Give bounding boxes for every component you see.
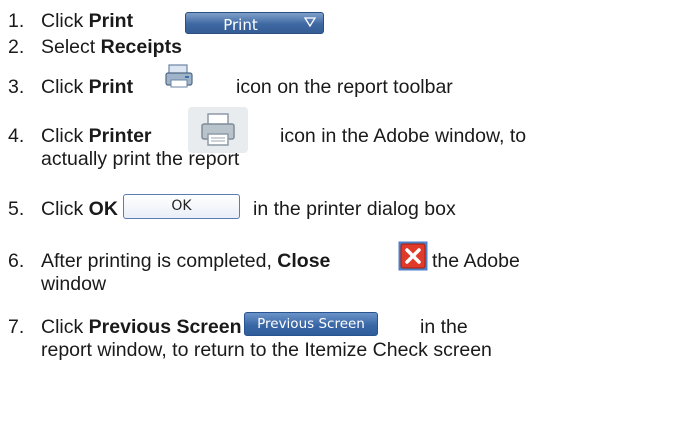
step-text-lead: Click xyxy=(41,76,89,98)
step-text-tail: icon on the report toolbar xyxy=(236,76,453,98)
step-number: 3. xyxy=(8,76,25,98)
step-text-lead: Click xyxy=(41,198,89,220)
step-text-continuation: window xyxy=(41,273,107,295)
step-number: 1. xyxy=(8,10,25,32)
close-icon[interactable] xyxy=(398,241,428,271)
step-text: Click Print xyxy=(41,10,666,32)
printer-icon xyxy=(201,113,235,146)
step-text-tail: in the printer dialog box xyxy=(253,198,456,220)
step-text-lead: Click xyxy=(41,316,89,338)
step-text: Click Printer icon in the Adobe window, … xyxy=(41,125,666,170)
step-keyword: Print xyxy=(88,10,134,32)
step-keyword: Close xyxy=(277,250,331,272)
step-text: Select Receipts xyxy=(41,36,666,58)
step-text: After printing is completed, Close the A… xyxy=(41,250,666,295)
step-text-tail: in the xyxy=(420,316,468,338)
step-number: 2. xyxy=(8,36,25,58)
previous-screen-button[interactable]: Previous Screen xyxy=(244,312,378,336)
step-number: 7. xyxy=(8,316,25,338)
step-keyword: Printer xyxy=(88,125,152,147)
step-text: Click Print icon on the report toolbar xyxy=(41,76,666,98)
step-keyword: Previous Screen xyxy=(88,316,242,338)
step-text-continuation: report window, to return to the Itemize … xyxy=(41,339,492,361)
step-text-lead: Click xyxy=(41,125,89,147)
printer-icon-button[interactable] xyxy=(188,107,248,153)
print-dropdown-button[interactable]: Print xyxy=(185,12,324,34)
ok-button[interactable]: OK xyxy=(123,194,240,219)
step-keyword: Receipts xyxy=(100,36,182,58)
step-number: 4. xyxy=(8,125,25,147)
print-toolbar-icon[interactable] xyxy=(163,62,197,92)
step-text-tail: icon in the Adobe window, to xyxy=(280,125,527,147)
step-text-lead: Click xyxy=(41,10,89,32)
step-text-tail: the Adobe xyxy=(432,250,520,272)
step-keyword: OK xyxy=(88,198,118,220)
step-keyword: Print xyxy=(88,76,134,98)
step-number: 6. xyxy=(8,250,25,272)
print-button-label: Print xyxy=(223,16,258,34)
step-text-lead: Select xyxy=(41,36,101,58)
step-number: 5. xyxy=(8,198,25,220)
chevron-down-icon xyxy=(303,17,317,28)
step-text-lead: After printing is completed, xyxy=(41,250,278,272)
